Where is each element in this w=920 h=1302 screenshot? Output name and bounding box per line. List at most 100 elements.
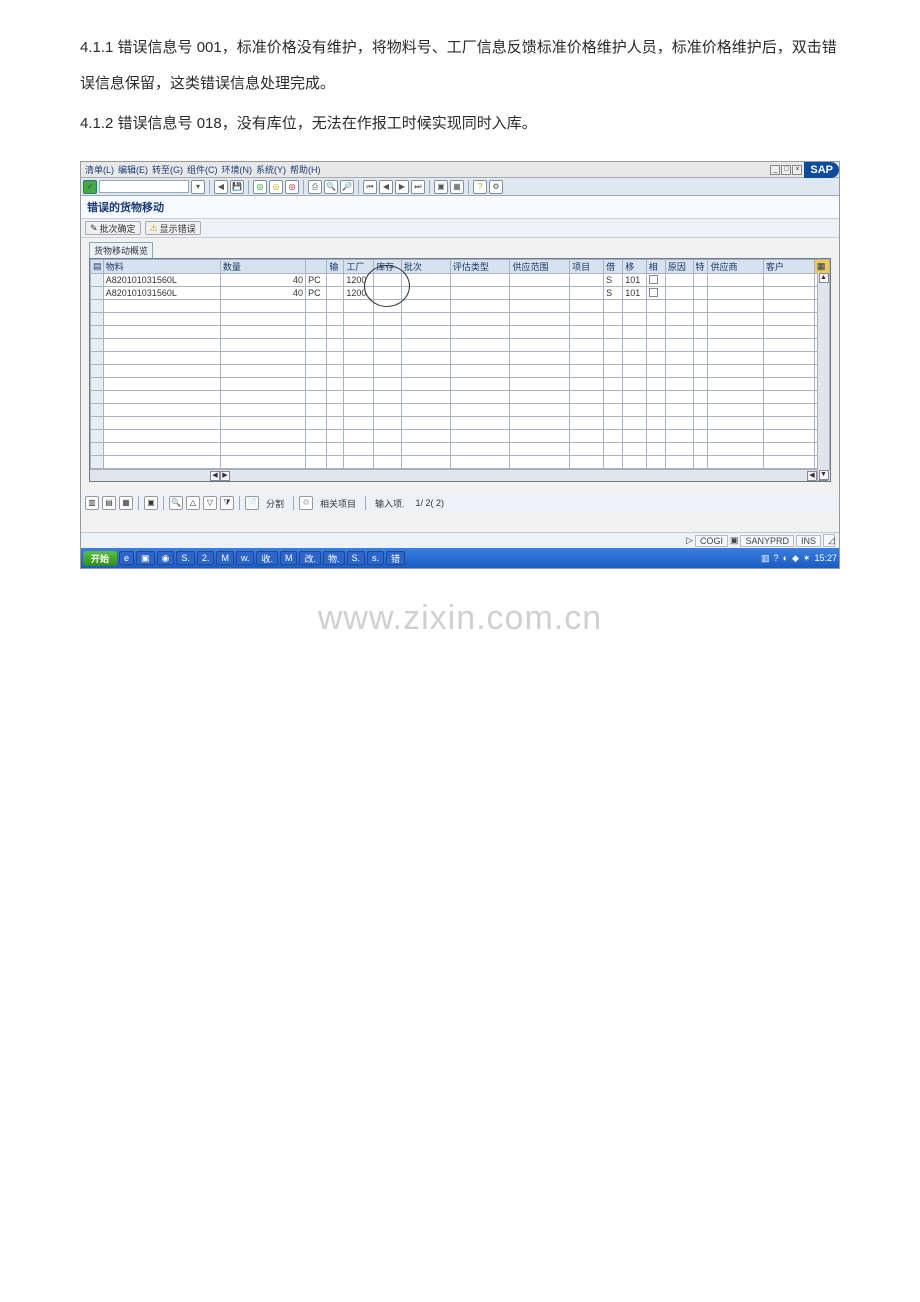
cell[interactable] (450, 456, 510, 469)
cell[interactable] (510, 274, 570, 287)
cell[interactable] (693, 352, 708, 365)
col-rel[interactable]: 相 (646, 260, 665, 274)
cell[interactable] (646, 456, 665, 469)
cell[interactable] (693, 326, 708, 339)
table-row[interactable] (91, 352, 830, 365)
cell[interactable] (646, 326, 665, 339)
cell[interactable] (623, 300, 646, 313)
system-tray[interactable]: ▥ ? ◐ ◆ ✶ 15:27 (761, 553, 837, 564)
resize-handle-icon[interactable]: ◿ (823, 534, 835, 547)
tray-icon[interactable]: ◐ (783, 553, 788, 563)
row-selector[interactable] (91, 417, 104, 430)
cell[interactable] (306, 456, 327, 469)
cell[interactable]: 1200 (344, 274, 374, 287)
col-spec[interactable]: 特 (693, 260, 708, 274)
cell[interactable] (693, 443, 708, 456)
cell[interactable] (763, 326, 814, 339)
v-scrollbar[interactable]: ▲ ▼ (817, 273, 829, 480)
cell[interactable] (693, 365, 708, 378)
cell[interactable] (327, 313, 344, 326)
save-icon[interactable]: 💾 (230, 180, 244, 194)
cell[interactable] (708, 326, 763, 339)
scroll-up-icon[interactable]: ▲ (819, 273, 829, 283)
cell[interactable] (665, 456, 693, 469)
yellow-exit-icon[interactable]: ◎ (269, 180, 283, 194)
cell[interactable] (604, 313, 623, 326)
cell[interactable] (374, 391, 402, 404)
cell[interactable] (763, 443, 814, 456)
menu-edit[interactable]: 编辑(E) (118, 163, 148, 176)
app-toolbar[interactable]: ✎ 批次确定 ⚠ 显示错误 (81, 219, 839, 238)
col-dc[interactable]: 借 (604, 260, 623, 274)
cell[interactable] (306, 417, 327, 430)
cell[interactable] (693, 287, 708, 300)
cell[interactable] (450, 352, 510, 365)
cell[interactable] (103, 443, 220, 456)
find-icon2[interactable]: 🔍 (169, 496, 183, 510)
cell[interactable] (306, 391, 327, 404)
cell[interactable]: PC (306, 287, 327, 300)
cell[interactable] (604, 404, 623, 417)
cell[interactable] (344, 391, 374, 404)
cell[interactable] (327, 326, 344, 339)
cell[interactable] (401, 352, 450, 365)
col-config[interactable]: ▦ (814, 260, 829, 274)
cell[interactable] (570, 417, 604, 430)
cell[interactable] (450, 365, 510, 378)
cell[interactable] (374, 443, 402, 456)
cell[interactable] (763, 352, 814, 365)
cell[interactable] (306, 300, 327, 313)
cell[interactable] (327, 443, 344, 456)
cell[interactable] (344, 404, 374, 417)
cell[interactable] (220, 391, 305, 404)
cell[interactable] (604, 339, 623, 352)
menu-list[interactable]: 清单(L) (85, 163, 114, 176)
cell[interactable] (401, 391, 450, 404)
cell[interactable] (665, 417, 693, 430)
cell[interactable] (623, 443, 646, 456)
cell[interactable] (450, 417, 510, 430)
cell[interactable] (510, 430, 570, 443)
layout-icon[interactable]: ⚙ (489, 180, 503, 194)
cell[interactable] (693, 391, 708, 404)
cell[interactable] (374, 274, 402, 287)
cell[interactable] (665, 326, 693, 339)
scroll-left-icon[interactable]: ◀ (210, 471, 220, 481)
cell[interactable] (708, 378, 763, 391)
cell[interactable] (510, 287, 570, 300)
cell[interactable] (344, 313, 374, 326)
cell[interactable] (374, 456, 402, 469)
cell[interactable] (708, 404, 763, 417)
cell[interactable] (570, 300, 604, 313)
cell[interactable] (665, 404, 693, 417)
cell[interactable] (510, 417, 570, 430)
taskbar-item[interactable]: 错 (386, 551, 405, 565)
cell[interactable] (327, 300, 344, 313)
cell[interactable] (604, 430, 623, 443)
cell[interactable] (327, 404, 344, 417)
cell[interactable] (623, 313, 646, 326)
col-supply[interactable]: 供应范围 (510, 260, 570, 274)
table-row[interactable] (91, 326, 830, 339)
select-icon[interactable]: ▣ (144, 496, 158, 510)
scroll-down-icon[interactable]: ▼ (819, 470, 829, 480)
cell[interactable] (570, 404, 604, 417)
table-row[interactable]: A820101031560L40PC1200S101 (91, 287, 830, 300)
cell[interactable] (401, 417, 450, 430)
cell[interactable] (570, 456, 604, 469)
cell[interactable] (327, 365, 344, 378)
cell[interactable] (401, 430, 450, 443)
help-icon[interactable]: ? (473, 180, 487, 194)
cell[interactable]: A820101031560L (103, 274, 220, 287)
cell[interactable] (306, 404, 327, 417)
cell[interactable] (344, 443, 374, 456)
cell[interactable] (646, 430, 665, 443)
row-selector[interactable] (91, 365, 104, 378)
cell[interactable] (450, 443, 510, 456)
cell[interactable] (344, 300, 374, 313)
cell[interactable] (604, 300, 623, 313)
cell[interactable] (604, 443, 623, 456)
cell[interactable]: S (604, 287, 623, 300)
list-icon[interactable]: ▦ (119, 496, 133, 510)
col-reason[interactable]: 原因 (665, 260, 693, 274)
